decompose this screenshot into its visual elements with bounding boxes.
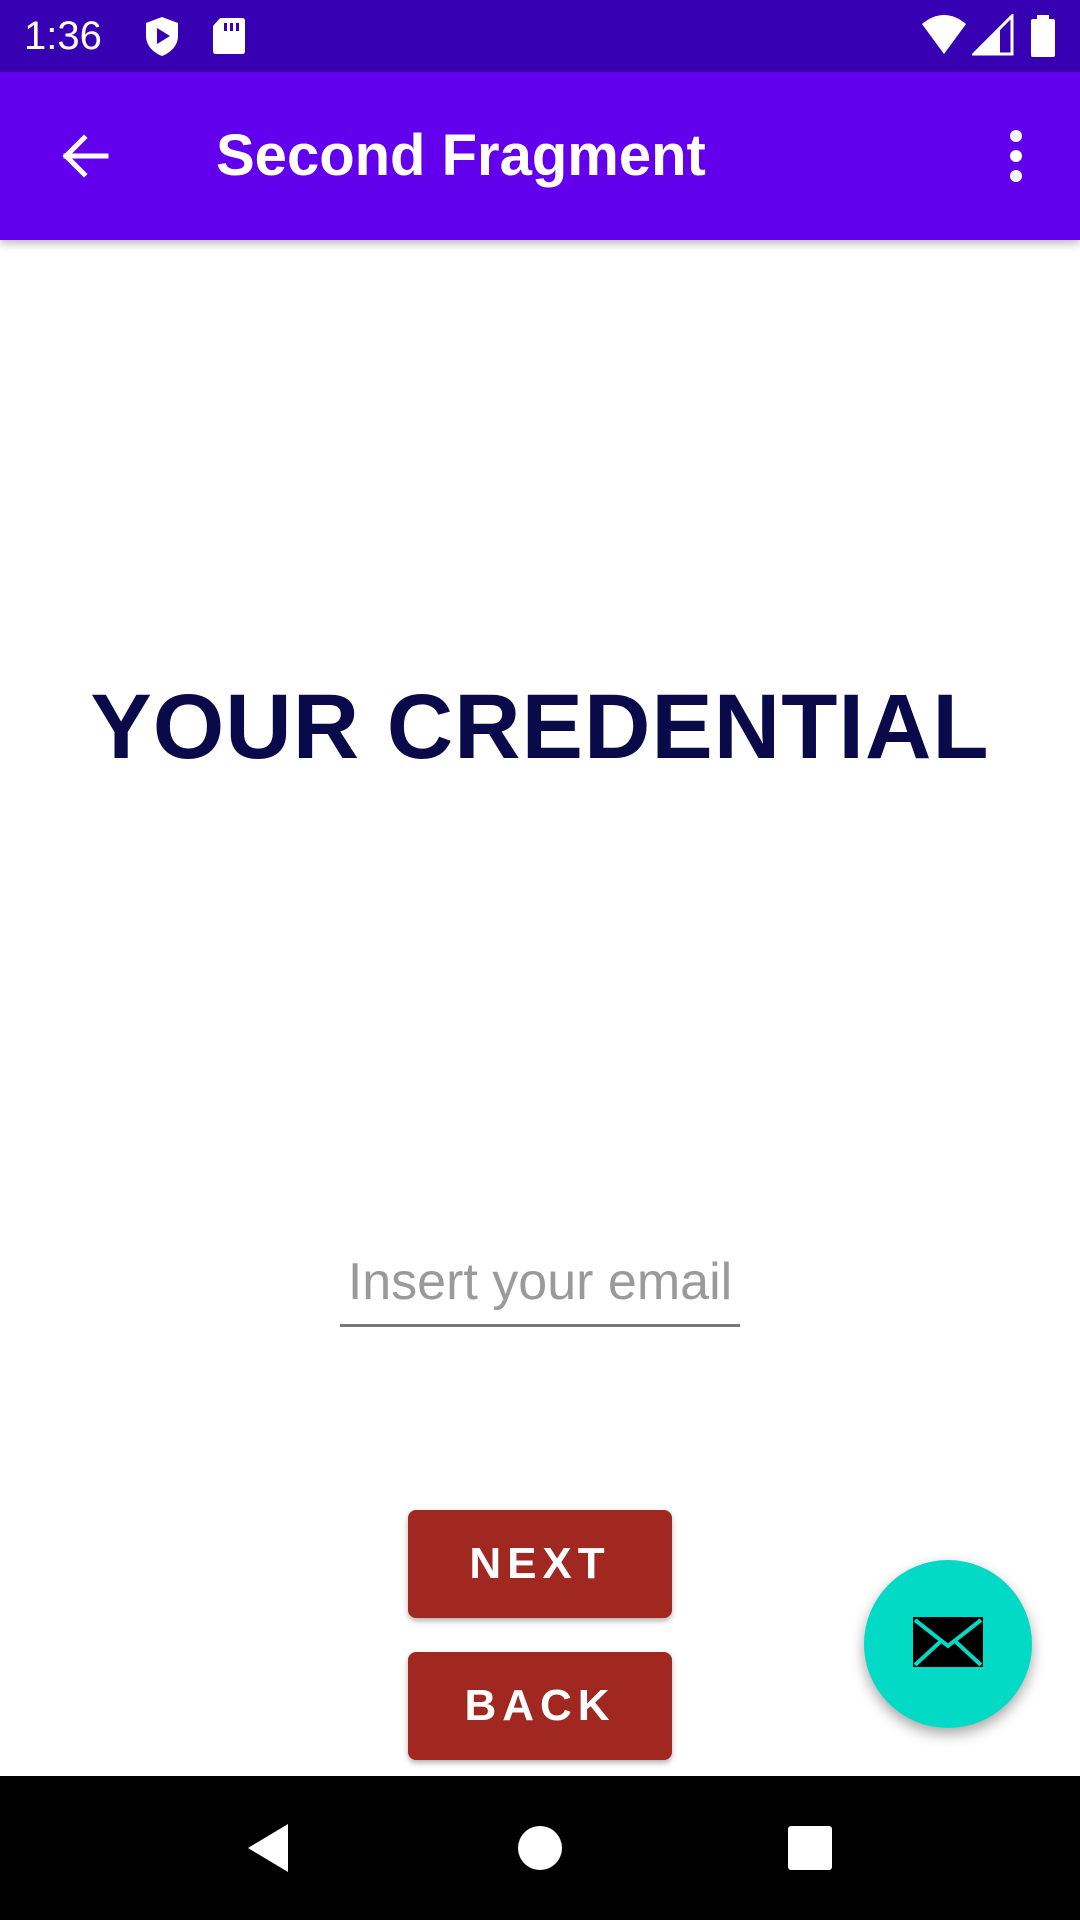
status-time: 1:36 (24, 14, 102, 58)
arrow-back-icon[interactable] (40, 112, 128, 200)
shield-play-icon (140, 14, 184, 58)
email-field[interactable] (340, 1240, 740, 1327)
next-button[interactable]: NEXT (408, 1510, 672, 1618)
wifi-icon (920, 14, 966, 58)
cell-signal-icon (970, 12, 1016, 58)
mail-icon (910, 1614, 986, 1675)
app-bar: Second Fragment (0, 72, 1080, 240)
mail-fab-button[interactable] (864, 1560, 1032, 1728)
app-title: Second Fragment (216, 123, 706, 188)
more-vert-icon[interactable] (980, 112, 1052, 200)
system-nav-bar (0, 1776, 1080, 1920)
recents-square-icon[interactable] (770, 1808, 850, 1888)
screen: 1:36 Second Fragment YOUR CREDENTIAL Ins… (0, 0, 1080, 1920)
back-triangle-icon[interactable] (228, 1808, 308, 1888)
status-bar: 1:36 (0, 0, 1080, 72)
sd-card-icon (206, 14, 250, 58)
back-button[interactable]: BACK (408, 1652, 672, 1760)
battery-icon (1028, 14, 1058, 58)
home-circle-icon[interactable] (500, 1808, 580, 1888)
page-heading: YOUR CREDENTIAL (90, 676, 990, 778)
